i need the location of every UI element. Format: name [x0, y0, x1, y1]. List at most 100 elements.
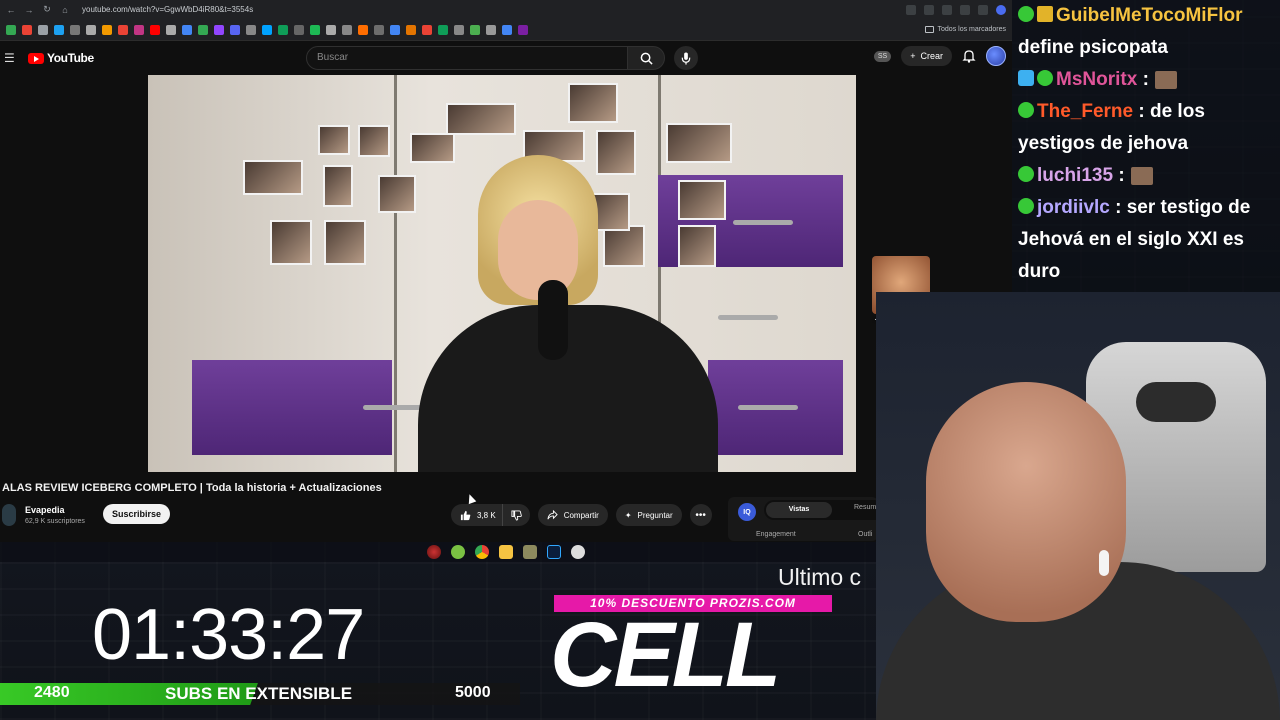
bookmark-icon[interactable] [214, 24, 224, 35]
folder-icon[interactable] [499, 545, 513, 559]
star-icon[interactable] [942, 4, 952, 15]
bookmark-icon[interactable] [38, 24, 48, 35]
extension-icon[interactable] [960, 4, 970, 15]
share-icon[interactable] [924, 4, 934, 15]
tab-resumen[interactable]: Resum [854, 504, 876, 511]
search-button[interactable] [627, 46, 665, 70]
bookmark-icon[interactable] [342, 24, 352, 35]
tab-vistas[interactable]: Vistas [766, 502, 832, 518]
bookmark-icon[interactable] [374, 24, 384, 35]
menu-icon[interactable]: ☰ [4, 51, 15, 65]
chat-username[interactable]: The_Ferne [1037, 101, 1133, 122]
bookmark-icon[interactable] [6, 24, 16, 35]
taskbar-app-icon[interactable] [451, 545, 465, 559]
bookmark-icon[interactable] [358, 24, 368, 35]
more-actions-button[interactable]: ••• [689, 504, 712, 526]
bookmark-icon[interactable] [454, 24, 464, 35]
bookmark-icon[interactable] [326, 24, 336, 35]
bookmark-icon[interactable] [230, 24, 240, 35]
voice-search-button[interactable] [674, 46, 698, 70]
all-bookmarks[interactable]: Todos los marcadores [924, 26, 1006, 33]
bookmark-icon[interactable] [102, 24, 112, 35]
chat-username[interactable]: MsNoritx [1056, 69, 1137, 90]
bookmark-icon[interactable] [166, 24, 176, 35]
forward-icon[interactable]: → [24, 5, 34, 15]
bookmark-icon[interactable] [486, 24, 496, 35]
search-input[interactable]: Buscar [306, 46, 628, 70]
photoshop-icon[interactable] [547, 545, 561, 559]
youtube-play-icon [28, 52, 44, 64]
chat-text: : [1113, 165, 1125, 186]
chat-message: The_Ferne : de los yestigos de jehova [1018, 96, 1274, 160]
chat-message: define psicopata [1018, 32, 1274, 64]
address-bar-row: ← → ↻ ⌂ youtube.com/watch?v=GgwWbD4iR80&… [0, 0, 1012, 19]
sub-badge-icon [1018, 165, 1034, 182]
extension-icon[interactable] [978, 4, 988, 15]
bookmark-icon[interactable] [150, 24, 160, 35]
taskbar-app-icon[interactable] [427, 545, 441, 559]
wardrobe-seam [394, 75, 397, 472]
drawer-handle [718, 315, 778, 320]
vidiq-icon[interactable]: IQ [738, 503, 756, 521]
taskbar-app-icon[interactable] [571, 545, 585, 559]
purple-drawer [192, 360, 392, 455]
bookmark-icon[interactable] [182, 24, 192, 35]
dislike-button[interactable] [501, 504, 530, 526]
taskbar-app-icon[interactable] [523, 545, 537, 559]
bookmark-icon[interactable] [54, 24, 64, 35]
zoom-icon[interactable] [906, 4, 916, 15]
wall-photo [270, 220, 312, 265]
ask-button[interactable]: ✦ Preguntar [615, 504, 682, 526]
bookmark-icon[interactable] [86, 24, 96, 35]
account-avatar[interactable] [986, 46, 1006, 66]
like-button[interactable]: 3,8 K [451, 504, 502, 526]
bookmark-icon[interactable] [406, 24, 416, 35]
home-icon[interactable]: ⌂ [60, 5, 70, 15]
share-button[interactable]: Compartir [537, 504, 608, 526]
reload-icon[interactable]: ↻ [42, 4, 52, 15]
stream-scene: ← → ↻ ⌂ youtube.com/watch?v=GgwWbD4iR80&… [0, 0, 1280, 720]
bookmark-icon[interactable] [262, 24, 272, 35]
sub-badge-icon [1018, 5, 1034, 22]
sub-badge-icon [1018, 197, 1034, 214]
thumbs-up-icon [460, 510, 471, 520]
channel-name[interactable]: Evapedia [25, 505, 65, 515]
create-button[interactable]: + Crear [901, 46, 952, 66]
youtube-logo[interactable]: YouTube [28, 51, 94, 65]
channel-avatar[interactable] [2, 504, 16, 526]
bookmark-icon[interactable] [294, 24, 304, 35]
chat-message: MsNoritx : [1018, 64, 1274, 96]
bookmark-icon[interactable] [438, 24, 448, 35]
earbud [1099, 550, 1109, 576]
drawer-handle [733, 220, 793, 225]
bookmark-icon[interactable] [518, 24, 528, 35]
chat-overlay: GuibelMeTocoMiFlor define psicopata MsNori… [1012, 0, 1280, 292]
bookmark-icon[interactable] [278, 24, 288, 35]
microphone-icon [681, 51, 691, 65]
bookmark-icon[interactable] [502, 24, 512, 35]
notifications-bell-icon[interactable] [962, 49, 976, 63]
address-field[interactable]: youtube.com/watch?v=GgwWbD4iR80&t=3554s [82, 5, 253, 14]
bookmark-icon[interactable] [134, 24, 144, 35]
subscribe-button[interactable]: Suscribirse [103, 504, 171, 524]
bookmark-icon[interactable] [70, 24, 80, 35]
chrome-icon[interactable] [475, 545, 489, 559]
wall-photo [568, 83, 618, 123]
chat-username[interactable]: luchi135 [1037, 165, 1113, 186]
profile-icon[interactable] [996, 4, 1006, 15]
bookmark-icon[interactable] [198, 24, 208, 35]
bookmark-icon[interactable] [390, 24, 400, 35]
bookmark-icon[interactable] [118, 24, 128, 35]
chat-username[interactable]: GuibelMeTocoMiFlor [1056, 5, 1242, 26]
back-icon[interactable]: ← [6, 5, 16, 15]
chat-emote-icon [1130, 166, 1153, 185]
video-title: ALAS REVIEW ICEBERG COMPLETO | Toda la h… [2, 482, 382, 494]
ss-badge[interactable]: SS [873, 50, 892, 62]
video-player[interactable] [148, 75, 856, 472]
chat-username[interactable]: jordiivlc [1037, 197, 1110, 218]
bookmark-icon[interactable] [22, 24, 32, 35]
bookmark-icon[interactable] [422, 24, 432, 35]
bookmark-icon[interactable] [470, 24, 480, 35]
bookmark-icon[interactable] [310, 24, 320, 35]
bookmark-icon[interactable] [246, 24, 256, 35]
